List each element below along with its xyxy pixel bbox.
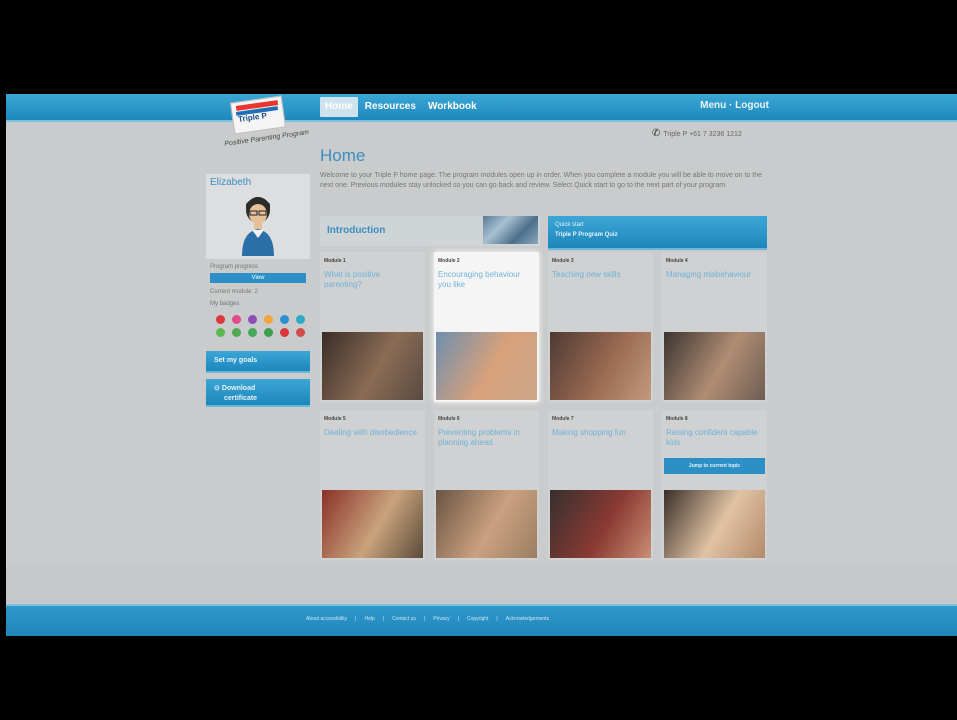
module-number: Module 3 (552, 258, 574, 264)
module-photo (322, 332, 423, 400)
module-number: Module 7 (552, 416, 574, 422)
quick-start-button[interactable]: Quick start Triple P Program Quiz (548, 216, 767, 250)
jump-to-current-topic-button[interactable]: Jump to current topic (664, 458, 765, 474)
footer-link[interactable]: Copyright (467, 616, 488, 622)
badge-grid (206, 315, 310, 337)
set-goals-button[interactable]: Set my goals (206, 351, 310, 373)
module-tile[interactable]: Module 6 Preventing problems in planning … (434, 410, 539, 560)
footer-links: About accessibility | Help | Contact us | Priv… (306, 616, 549, 622)
quick-start-line1: Quick start (555, 222, 584, 228)
badge-icon (296, 315, 305, 324)
badge-icon (296, 328, 305, 337)
badge-icon (232, 328, 241, 337)
module-number: Module 2 (438, 258, 460, 264)
user-name: Elizabeth (210, 177, 252, 188)
footer-separator: | (382, 616, 385, 622)
module-tile[interactable]: Module 1 What is positive parenting? (320, 252, 425, 402)
phone-contact: ✆ Triple P +61 7 3236 1212 (652, 128, 742, 139)
module-title: Managing misbehaviour (666, 270, 751, 279)
badge-icon (264, 315, 273, 324)
current-module-text: Current module: 2 (210, 289, 259, 295)
module-photo (436, 332, 537, 400)
module-photo (436, 490, 537, 558)
badge-icon (248, 328, 257, 337)
download-icon: ⊙ (214, 385, 222, 392)
phone-text: Triple P +61 7 3236 1212 (663, 131, 742, 138)
sidebar: Elizabeth Program progress View Current … (206, 174, 310, 407)
module-title: Teaching new skills (552, 270, 621, 279)
badge-icon (264, 328, 273, 337)
introduction-tile[interactable]: Introduction (320, 216, 540, 246)
module-number: Module 5 (324, 416, 346, 422)
progress-view-button[interactable]: View (210, 273, 306, 283)
badge-icon (232, 315, 241, 324)
progress-label: Program progress (210, 264, 259, 270)
footer-link[interactable]: Privacy (433, 616, 449, 622)
introduction-label: Introduction (327, 225, 386, 236)
badge-icon (280, 328, 289, 337)
app-frame: Home Resources Workbook Menu · Logout Tr… (6, 94, 957, 636)
footer-link[interactable]: Contact us (392, 616, 416, 622)
module-title: Preventing problems in planning ahead (438, 428, 520, 447)
badge-icon (216, 328, 225, 337)
certificate-label-1: Download (221, 385, 256, 392)
badges-label: My badges (210, 301, 240, 307)
menu-logout-links[interactable]: Menu · Logout (700, 100, 769, 111)
footer: About accessibility | Help | Contact us | Priv… (6, 604, 957, 636)
module-title: Raising confident capable kids (666, 428, 758, 447)
footer-link[interactable]: Acknowledgements (506, 616, 549, 622)
badge-icon (248, 315, 257, 324)
module-title: What is positive parenting? (324, 270, 381, 289)
tab-workbook[interactable]: Workbook (423, 97, 482, 117)
download-certificate-button[interactable]: ⊙ Download certificate (206, 379, 310, 407)
module-tile[interactable]: Module 4 Managing misbehaviour (662, 252, 767, 402)
module-photo (550, 332, 651, 400)
module-number: Module 4 (666, 258, 688, 264)
module-tile[interactable]: Module 3 Teaching new skills (548, 252, 653, 402)
module-number: Module 6 (438, 416, 460, 422)
main-nav: Home Resources Workbook (320, 97, 482, 117)
content-bottom (6, 566, 957, 604)
module-photo (664, 332, 765, 400)
module-title: Making shopping fun (552, 428, 626, 437)
triple-p-logo[interactable]: Triple P Positive Parenting Program (224, 95, 309, 155)
footer-link[interactable]: Help (364, 616, 374, 622)
certificate-label-2: certificate (224, 395, 258, 402)
footer-separator: | (457, 616, 459, 622)
module-tile[interactable]: Module 5 Dealing with disobedience (320, 410, 425, 560)
tab-resources[interactable]: Resources (360, 97, 421, 117)
module-number: Module 8 (666, 416, 688, 422)
footer-link[interactable]: About accessibility (306, 616, 347, 622)
module-photo (322, 490, 423, 558)
module-tile[interactable]: Module 8 Raising confident capable kids Ju… (662, 410, 767, 560)
quick-start-line2: Triple P Program Quiz (555, 232, 618, 238)
module-title: Encouraging behaviour you like (438, 270, 521, 289)
module-tile[interactable]: Module 7 Making shopping fun (548, 410, 653, 560)
badge-icon (216, 315, 225, 324)
module-photo (550, 490, 651, 558)
footer-separator: | (423, 616, 426, 622)
module-photo (664, 490, 765, 558)
footer-separator: | (496, 616, 498, 622)
footer-separator: | (355, 616, 357, 622)
page-title: Home (320, 146, 366, 165)
badge-icon (280, 315, 289, 324)
module-number: Module 1 (324, 258, 346, 264)
phone-icon: ✆ (652, 128, 661, 139)
profile-card: Elizabeth (206, 174, 310, 259)
intro-text: Welcome to your Triple P home page. The … (320, 172, 763, 189)
module-tile[interactable]: Module 2 Encouraging behaviour you like (434, 252, 539, 402)
avatar (242, 197, 274, 256)
introduction-thumbnail (483, 216, 538, 244)
module-title: Dealing with disobedience (324, 428, 417, 437)
top-nav-bar: Home Resources Workbook Menu · Logout (6, 94, 957, 122)
tab-home[interactable]: Home (320, 97, 358, 117)
